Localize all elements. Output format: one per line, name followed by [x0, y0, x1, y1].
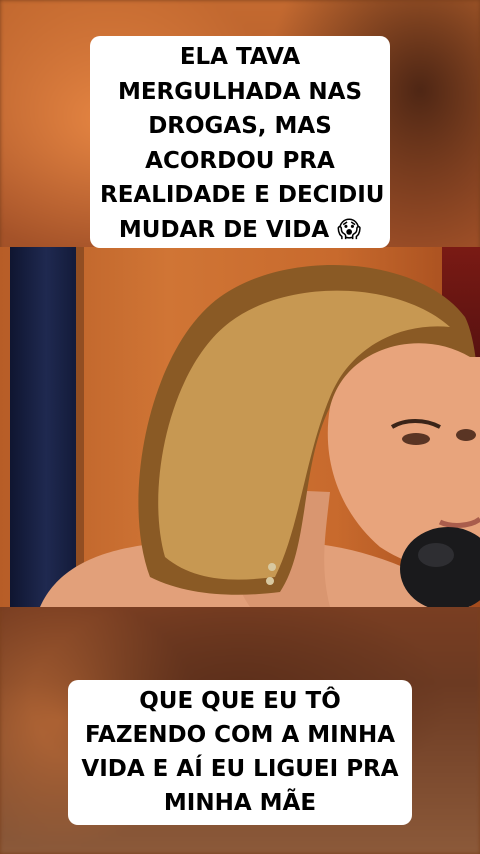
- caption-top: ELA TAVA MERGULHADA NAS DROGAS, MAS ACOR…: [90, 36, 390, 248]
- caption-top-line-6: MUDAR DE VIDA 😱: [118, 216, 362, 243]
- caption-bottom-line-4: MINHA MÃE: [163, 790, 317, 816]
- caption-top-line-3: DROGAS, MAS: [148, 113, 332, 139]
- caption-bottom-line-3: VIDA E AÍ EU LIGUEI PRA: [81, 756, 399, 782]
- caption-bottom-line-2: FAZENDO COM A MINHA: [84, 722, 396, 748]
- caption-top-line-5: REALIDADE E DECIDIU: [100, 182, 385, 208]
- speaker-earring: [268, 563, 276, 571]
- caption-bottom-line-1: QUE QUE EU TÔ: [139, 688, 341, 714]
- speaker-eye-right: [456, 429, 476, 441]
- caption-bottom: QUE QUE EU TÔ FAZENDO COM A MINHA VIDA E…: [68, 680, 412, 825]
- speaker-eye: [402, 433, 430, 445]
- speaker-illustration: [40, 264, 480, 607]
- caption-top-line-4: ACORDOU PRA: [145, 147, 335, 174]
- caption-top-line-2: MERGULHADA NAS: [117, 78, 363, 105]
- microphone-highlight: [418, 543, 454, 567]
- video-frame[interactable]: [0, 247, 480, 607]
- speaker-earring-lower: [266, 577, 274, 585]
- caption-top-line-1: ELA TAVA: [179, 44, 301, 70]
